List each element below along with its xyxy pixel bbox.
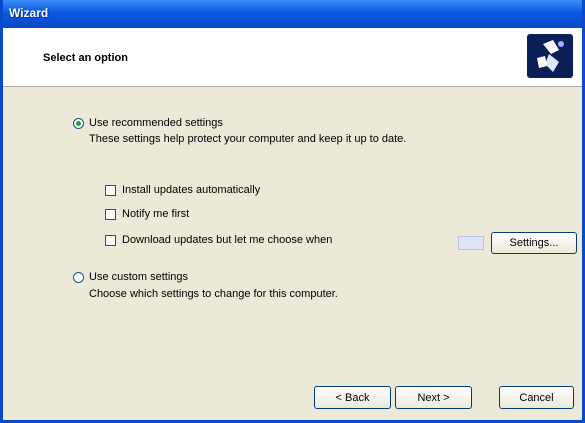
wizard-window: Wizard Select an option Use recommended … — [0, 0, 585, 423]
radio-button[interactable] — [73, 118, 84, 129]
cancel-button[interactable]: Cancel — [499, 386, 574, 409]
radio-button[interactable] — [73, 272, 84, 283]
sub-option-2-label: Notify me first — [122, 208, 190, 220]
option-recommended-label: Use recommended settings — [89, 117, 223, 129]
info-badge — [458, 236, 484, 250]
title-bar[interactable]: Wizard — [3, 0, 582, 28]
checkbox[interactable] — [105, 208, 116, 220]
back-button[interactable]: < Back — [314, 386, 391, 409]
header-title: Select an option — [43, 52, 128, 64]
sub-option-1[interactable]: Install updates automatically — [105, 184, 260, 196]
option-custom-label: Use custom settings — [89, 271, 189, 283]
option-custom[interactable]: Use custom settings — [73, 271, 188, 283]
options-panel: Use recommended settings These settings … — [59, 87, 577, 357]
option-recommended[interactable]: Use recommended settings — [73, 117, 223, 129]
wizard-header: Select an option — [3, 28, 582, 87]
checkbox[interactable] — [105, 184, 116, 196]
window-title: Wizard — [9, 6, 49, 20]
settings-button[interactable]: Settings... — [491, 232, 577, 254]
sub-option-1-label: Install updates automatically — [122, 184, 261, 196]
sub-option-3-label: Download updates but let me choose when — [122, 234, 333, 246]
option-custom-description: Choose which settings to change for this… — [89, 288, 338, 300]
checkbox[interactable] — [105, 234, 116, 246]
sub-option-3[interactable]: Download updates but let me choose when — [105, 234, 332, 246]
next-button[interactable]: Next > — [395, 386, 472, 409]
wizard-body: Use recommended settings These settings … — [3, 87, 582, 370]
sub-option-2[interactable]: Notify me first — [105, 208, 189, 220]
wizard-icon — [525, 32, 575, 80]
option-recommended-description: These settings help protect your compute… — [89, 133, 407, 145]
